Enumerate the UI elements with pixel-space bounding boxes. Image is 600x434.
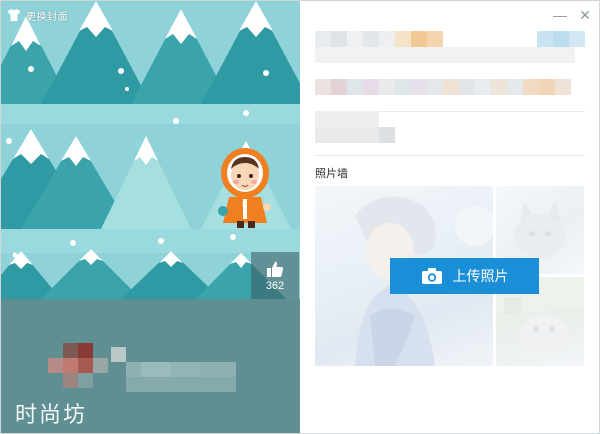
blurred-signature (315, 111, 405, 145)
window-controls: — ✕ (553, 7, 591, 24)
blurred-profile-details (315, 31, 585, 101)
info-panel: — ✕ 照片墙 上传照片 (300, 1, 599, 433)
blurred-nickname (63, 347, 243, 397)
cover-panel: × 更换封面 362 时尚坊 (1, 1, 300, 433)
minimize-icon[interactable]: — (553, 7, 567, 24)
close-icon[interactable]: ✕ (579, 7, 591, 24)
like-button[interactable]: 362 (251, 252, 299, 299)
divider (315, 155, 585, 156)
svg-text:×: × (241, 200, 247, 208)
shirt-icon[interactable] (7, 8, 21, 22)
upload-photo-label: 上传照片 (452, 269, 509, 285)
cover-toolbar: 更换封面 (1, 1, 300, 29)
profile-window: × 更换封面 362 时尚坊 — ✕ 照片墙 上传照片 (0, 0, 600, 434)
thumbs-up-icon (267, 261, 284, 277)
like-count: 362 (265, 279, 285, 292)
upload-photo-button[interactable]: 上传照片 (390, 258, 539, 294)
photo-wall-title: 照片墙 (315, 168, 348, 180)
change-cover-link[interactable]: 更换封面 (26, 8, 68, 23)
camera-icon (421, 268, 442, 284)
brand-watermark: 时尚坊 (15, 403, 88, 428)
photo-wall: 上传照片 (315, 186, 584, 366)
